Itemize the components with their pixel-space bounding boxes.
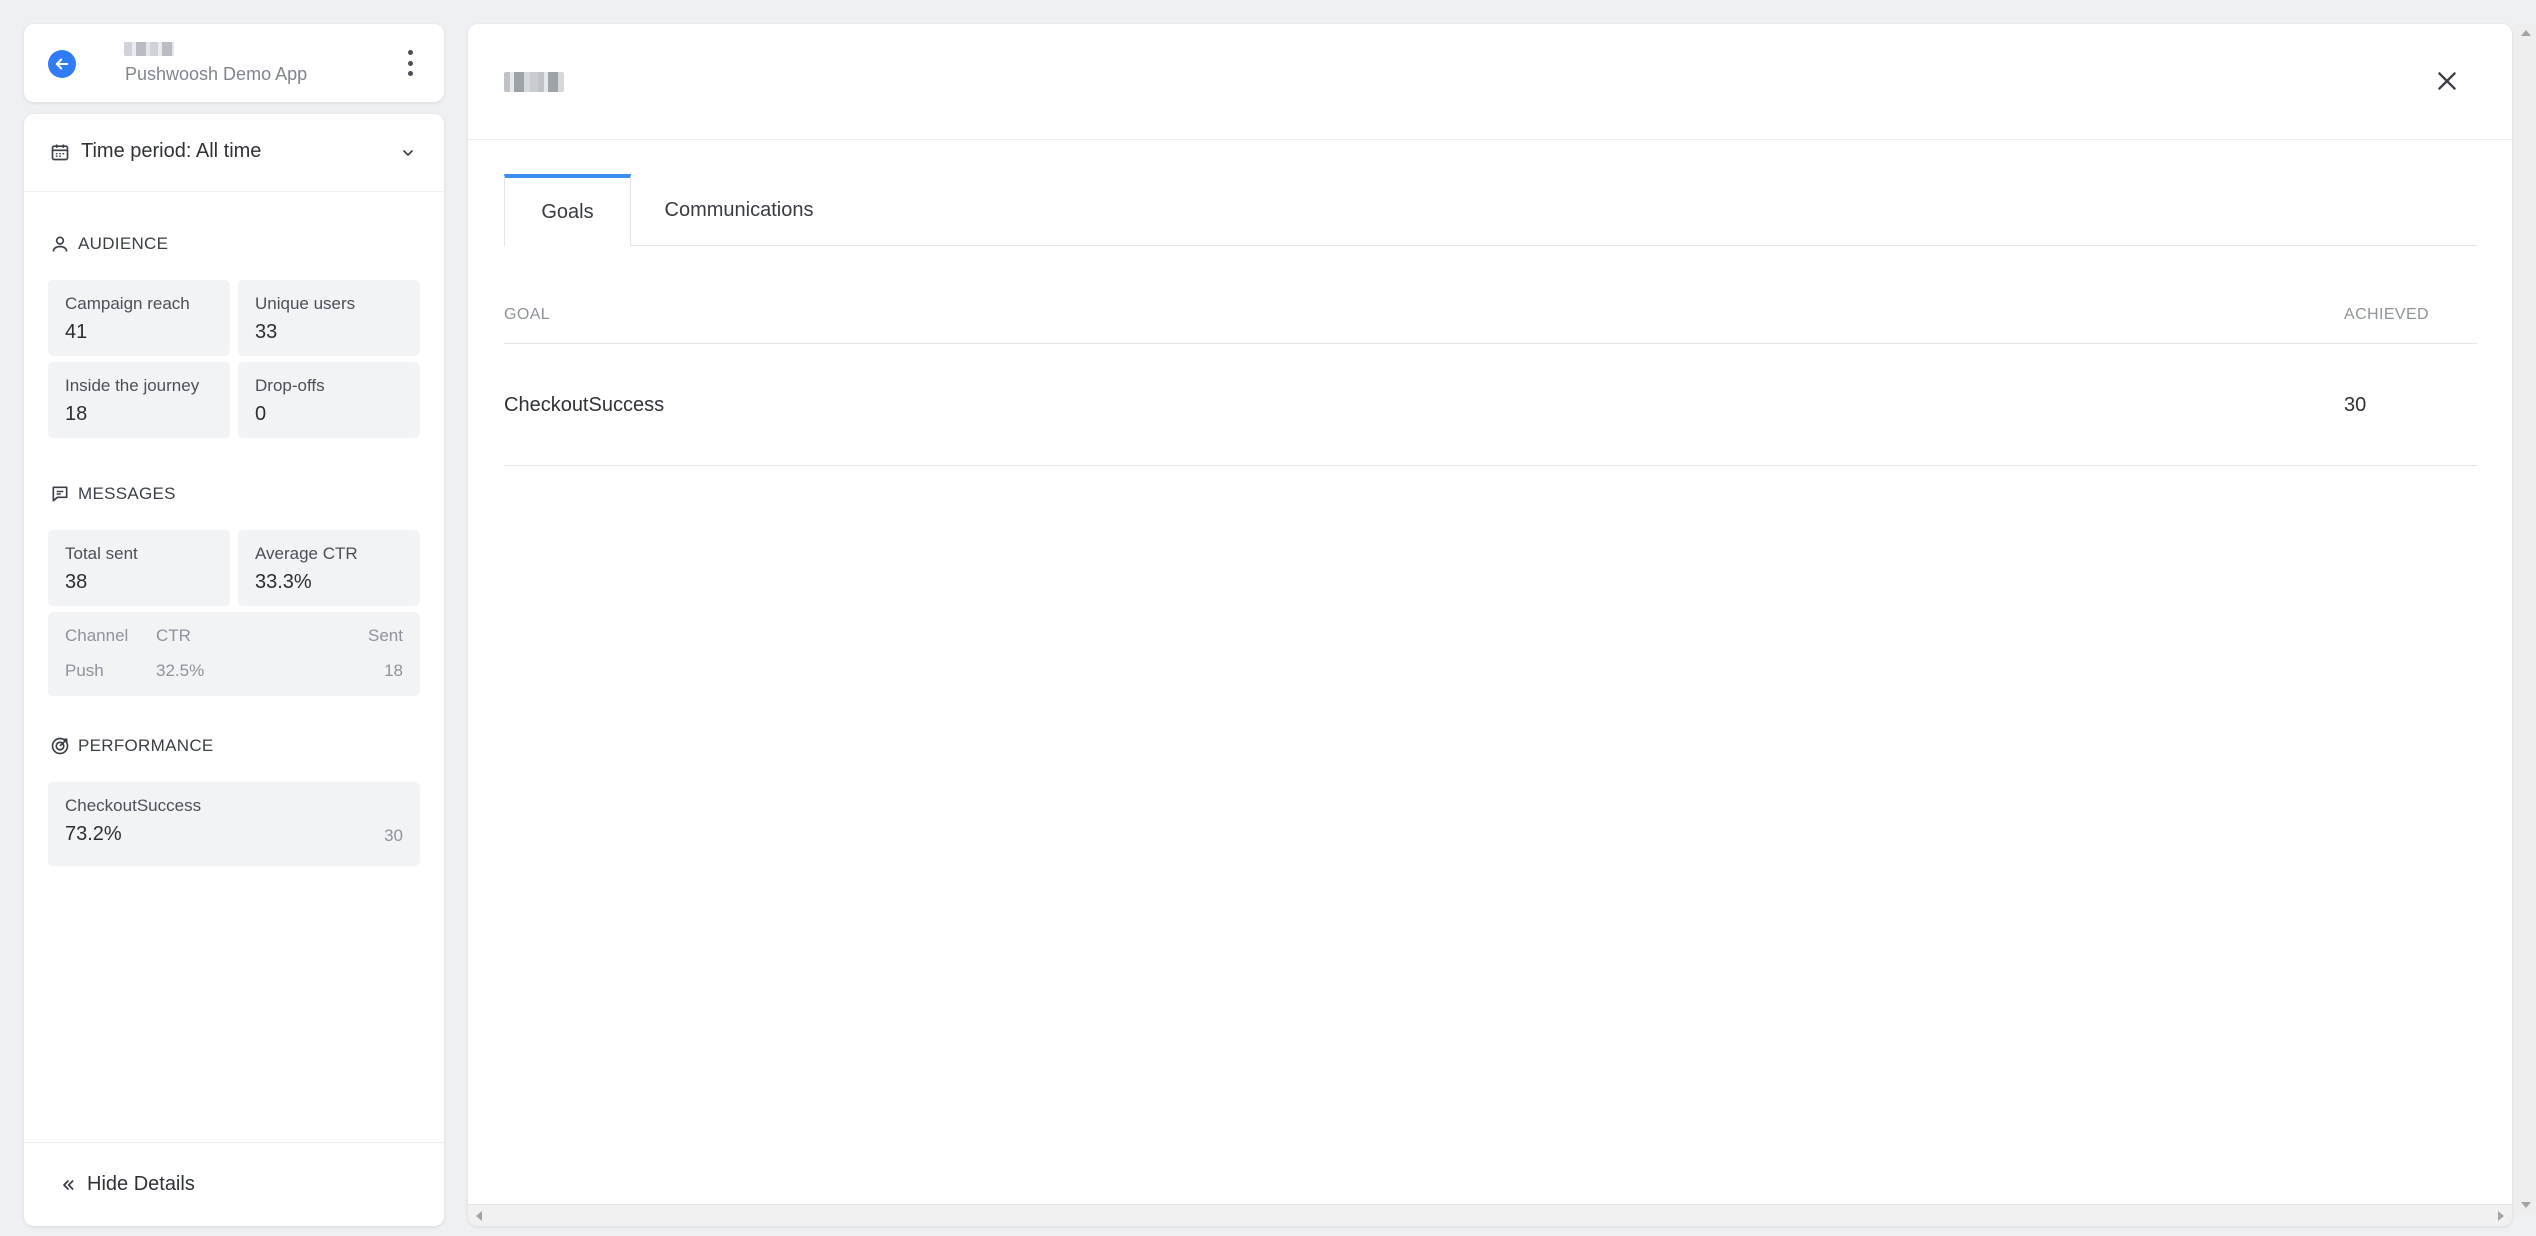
scroll-up-arrow-icon[interactable] — [2521, 30, 2531, 36]
channel-header: Channel — [65, 626, 129, 645]
stat-campaign-reach: Campaign reach 41 — [48, 280, 230, 356]
goal-percent: 73.2% — [65, 823, 122, 845]
goal-cell: CheckoutSuccess — [504, 394, 665, 416]
performance-goal-item: CheckoutSuccess 73.2% 30 — [48, 782, 420, 866]
goals-table-header: GOAL ACHIEVED — [504, 294, 2477, 344]
stat-total-sent: Total sent 38 — [48, 530, 230, 606]
scroll-left-arrow-icon[interactable] — [476, 1211, 482, 1221]
sent-cell: 18 — [384, 661, 403, 680]
tab-goals[interactable]: Goals — [504, 174, 631, 247]
chevrons-left-icon — [63, 1180, 74, 1190]
stat-unique-users: Unique users 33 — [238, 280, 420, 356]
message-icon — [52, 486, 68, 502]
channel-cell: Push — [65, 661, 104, 680]
achieved-column-header: ACHIEVED — [2344, 306, 2429, 323]
ctr-cell: 32.5% — [156, 661, 205, 680]
sent-header: Sent — [368, 626, 403, 645]
stat-average-ctr: Average CTR 33.3% — [238, 530, 420, 606]
audience-section-title: AUDIENCE — [50, 234, 168, 254]
performance-section-title: PERFORMANCE — [50, 736, 214, 756]
goal-name: CheckoutSuccess — [65, 796, 202, 815]
achieved-cell: 30 — [2344, 394, 2367, 416]
horizontal-scrollbar[interactable] — [468, 1204, 2512, 1226]
chevron-down-icon — [403, 150, 413, 156]
back-arrow-icon[interactable] — [48, 50, 76, 78]
more-options-icon[interactable] — [406, 50, 414, 76]
calendar-icon — [51, 144, 69, 161]
vertical-scrollbar[interactable] — [2514, 24, 2536, 1214]
time-period-label: Time period: All time — [81, 140, 262, 162]
ctr-header: CTR — [156, 626, 191, 645]
table-row: CheckoutSuccess 30 — [504, 344, 2477, 466]
goal-count: 30 — [384, 826, 403, 845]
stat-inside-journey: Inside the journey 18 — [48, 362, 230, 438]
hide-details-button[interactable]: Hide Details — [24, 1142, 444, 1226]
channel-table: Channel CTR Sent Push 32.5% 18 — [48, 612, 420, 696]
user-icon — [52, 236, 68, 252]
goals-panel: Goals Communications GOAL ACHIEVED Check… — [468, 24, 2512, 1226]
close-icon[interactable] — [2434, 68, 2460, 94]
target-icon — [51, 737, 69, 755]
details-sidebar: Time period: All time AUDIENCE Campaign … — [24, 114, 444, 1226]
app-name: Pushwoosh Demo App — [125, 64, 308, 84]
scroll-down-arrow-icon[interactable] — [2521, 1202, 2531, 1208]
scroll-right-arrow-icon[interactable] — [2498, 1211, 2504, 1221]
journey-name-redacted — [124, 42, 174, 56]
time-period-dropdown[interactable]: Time period: All time — [24, 114, 444, 192]
journey-header-card: Pushwoosh Demo App — [24, 24, 444, 102]
panel-header — [468, 24, 2512, 140]
goal-column-header: GOAL — [504, 306, 551, 323]
hide-details-label: Hide Details — [87, 1173, 195, 1195]
tab-communications[interactable]: Communications — [649, 174, 829, 246]
stat-drop-offs: Drop-offs 0 — [238, 362, 420, 438]
panel-title-redacted — [504, 72, 564, 92]
panel-tabs: Goals Communications — [504, 174, 2477, 247]
messages-section-title: MESSAGES — [50, 484, 176, 504]
